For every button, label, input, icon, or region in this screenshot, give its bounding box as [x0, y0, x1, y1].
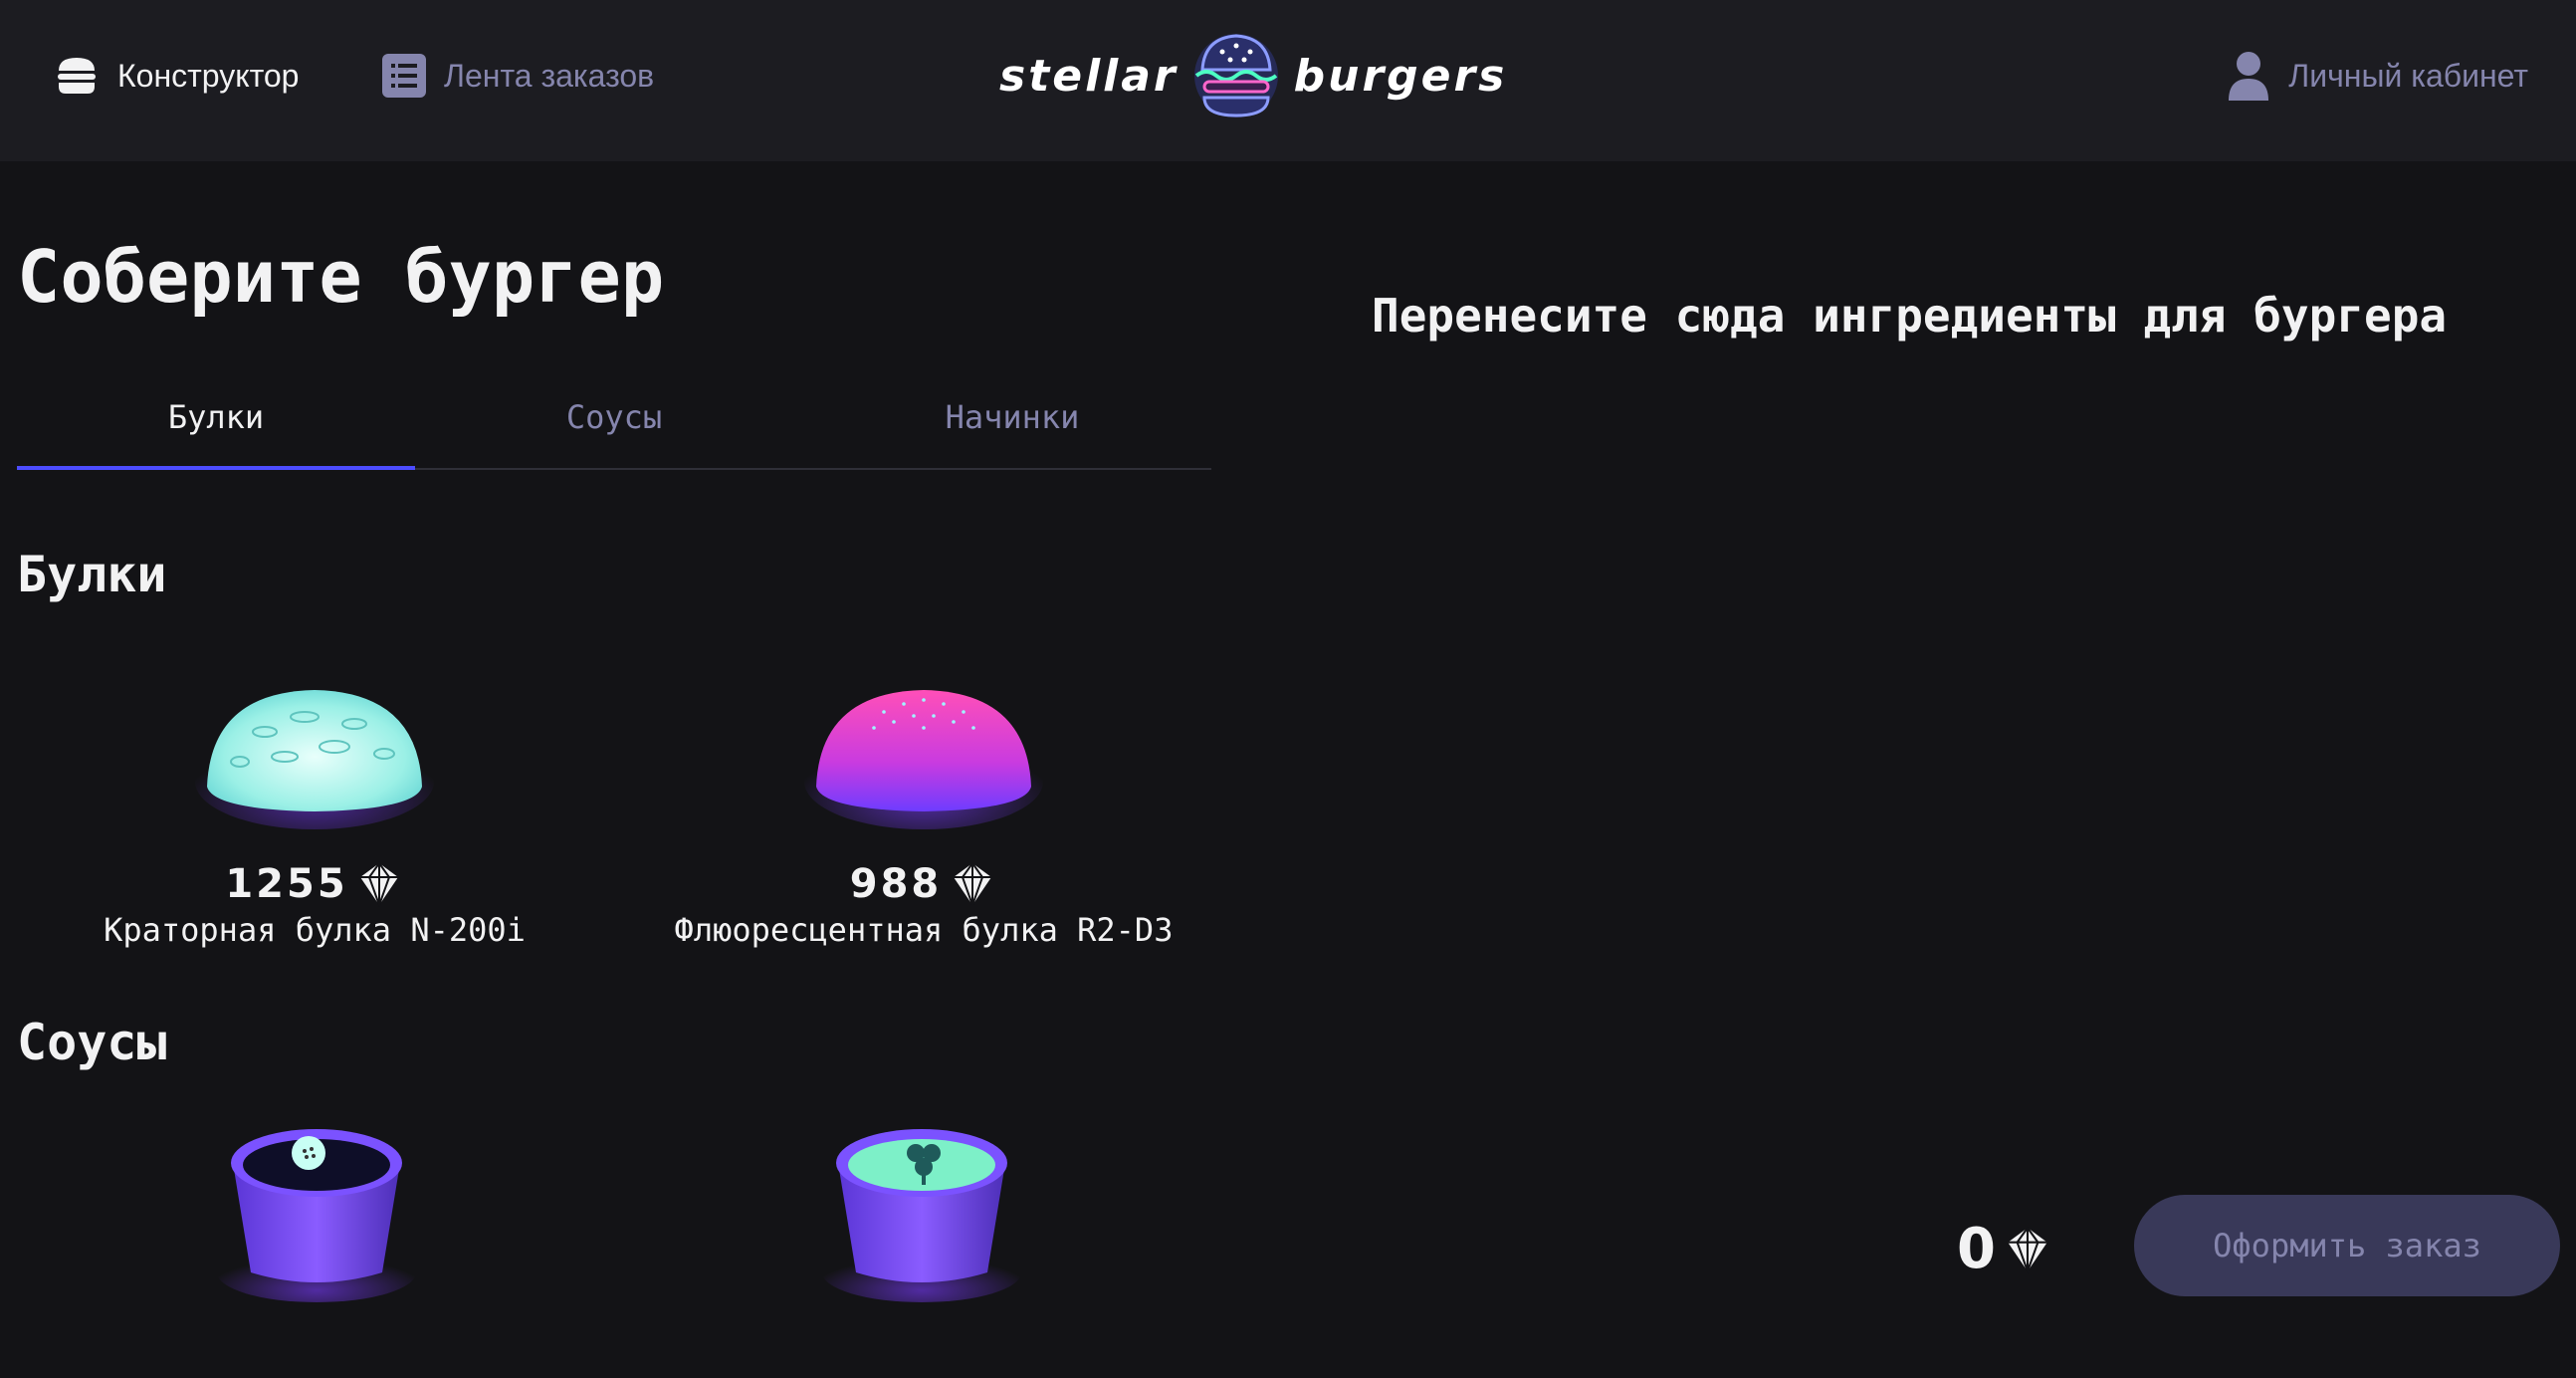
- ingredient-card-fluorescent-bun[interactable]: 988 Флюоресцентная булка R2-D3: [645, 672, 1202, 949]
- nav-feed[interactable]: Лента заказов: [382, 48, 654, 104]
- order-total-value: 0: [1957, 1217, 1996, 1281]
- currency-icon: [359, 861, 398, 907]
- logo-word-left: stellar: [999, 50, 1179, 102]
- tab-sauces[interactable]: Соусы: [415, 378, 813, 468]
- space-sauce-image[interactable]: [822, 1123, 1021, 1302]
- crater-bun-image: [195, 690, 434, 829]
- ingredient-price: 988: [645, 861, 1202, 907]
- nav-constructor[interactable]: Конструктор: [54, 48, 299, 104]
- drop-zone-hint: Перенесите сюда ингредиенты для бургера: [1372, 289, 2448, 343]
- fluorescent-bun-image: [804, 690, 1043, 829]
- logo-emblem-icon: [1193, 34, 1278, 117]
- nav-constructor-label: Конструктор: [117, 57, 300, 94]
- logo-word-right: burgers: [1293, 50, 1508, 102]
- nav-feed-label: Лента заказов: [444, 57, 655, 94]
- app-header: Конструктор Лента заказов stellar burger…: [0, 0, 2576, 161]
- section-title-buns: Булки: [17, 546, 167, 603]
- page-title: Соберите бургер: [17, 235, 665, 319]
- ingredient-name: Флюоресцентная булка R2-D3: [674, 911, 1174, 949]
- spicy-sauce-image[interactable]: [217, 1123, 416, 1302]
- price-value: 1255: [225, 861, 348, 907]
- profile-icon: [2229, 52, 2269, 101]
- section-title-sauces: Соусы: [17, 1014, 167, 1071]
- currency-icon: [2008, 1225, 2047, 1274]
- price-value: 988: [849, 861, 943, 907]
- list-icon: [382, 54, 426, 98]
- ingredient-name: Краторная булка N-200i: [104, 911, 526, 949]
- ingredient-card-crater-bun[interactable]: 1255 Краторная булка N-200i: [36, 672, 593, 949]
- currency-icon: [954, 861, 992, 907]
- burger-icon: [58, 58, 96, 94]
- ingredient-price: 1255: [36, 861, 593, 907]
- nav-profile-label: Личный кабинет: [2288, 57, 2528, 94]
- ingredient-tabs: Булки Соусы Начинки: [17, 378, 1211, 470]
- nav-profile[interactable]: Личный кабинет: [2227, 48, 2528, 104]
- submit-order-button[interactable]: Оформить заказ: [2134, 1195, 2560, 1296]
- tab-buns[interactable]: Булки: [17, 378, 415, 470]
- order-total: 0: [1957, 1217, 2053, 1281]
- tab-fillings[interactable]: Начинки: [813, 378, 1211, 468]
- logo[interactable]: stellar burgers: [999, 26, 1583, 125]
